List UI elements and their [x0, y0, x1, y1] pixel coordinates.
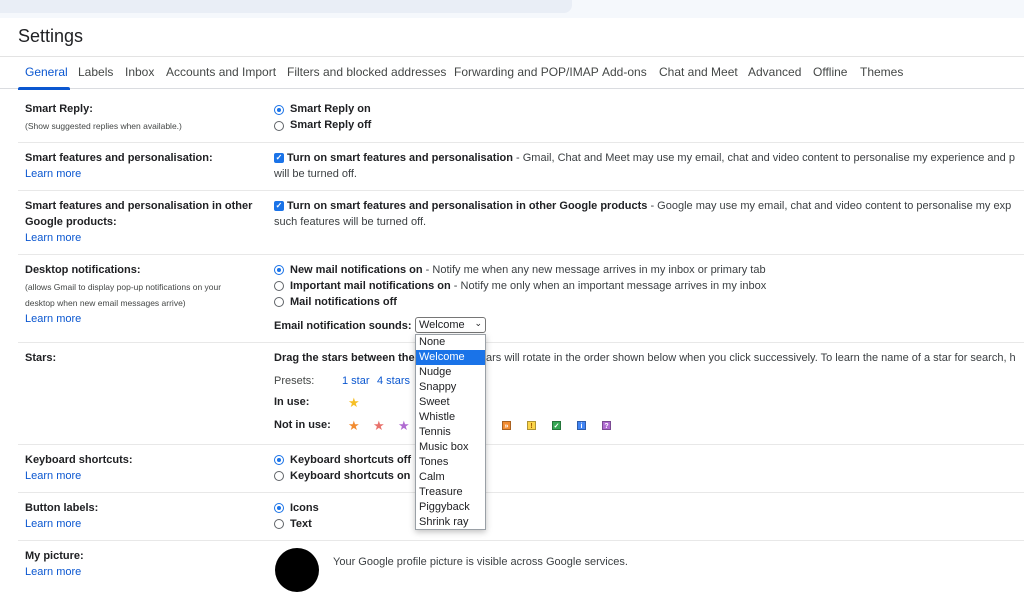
stars-instructions-a: Drag the stars between the: [274, 352, 415, 364]
keyboard-shortcuts-on-radio[interactable]: [274, 471, 284, 481]
desktop-notifications-sub-1: (allows Gmail to display pop-up notifica…: [25, 282, 222, 292]
dropdown-option-music-box[interactable]: Music box: [416, 440, 485, 455]
stars-presets-label: Presets:: [274, 375, 315, 387]
tab-chat-and-meet[interactable]: Chat and Meet: [659, 65, 738, 79]
tab-advanced[interactable]: Advanced: [748, 65, 801, 79]
smart-reply-off-label[interactable]: Smart Reply off: [290, 119, 371, 131]
desktop-notifications-sub-2: desktop when new email messages arrive): [25, 298, 186, 308]
smart-reply-on-radio[interactable]: [274, 105, 284, 115]
dropdown-option-nudge[interactable]: Nudge: [416, 365, 485, 380]
divider: [18, 492, 1024, 493]
dropdown-option-shrink-ray[interactable]: Shrink ray: [416, 515, 485, 530]
search-bar-edge[interactable]: [0, 0, 572, 13]
smart-features-other-label-1: Smart features and personalisation in ot…: [25, 200, 253, 212]
tab-add-ons[interactable]: Add-ons: [602, 65, 647, 79]
smart-features-other-desc-2: such features will be turned off.: [274, 216, 427, 228]
preset-1-star-link[interactable]: 1 star: [342, 375, 370, 387]
dropdown-option-sweet[interactable]: Sweet: [416, 395, 485, 410]
active-tab-indicator: [18, 87, 70, 90]
dropdown-option-none[interactable]: None: [416, 335, 485, 350]
button-labels-label: Button labels:: [25, 502, 99, 514]
smart-reply-on-label[interactable]: Smart Reply on: [290, 103, 371, 115]
tab-inbox[interactable]: Inbox: [125, 65, 154, 79]
purple-question-icon[interactable]: ?: [602, 421, 611, 430]
smart-reply-off-radio[interactable]: [274, 121, 284, 131]
blue-info-icon[interactable]: i: [577, 421, 586, 430]
smart-reply-label: Smart Reply:: [25, 103, 93, 115]
divider: [18, 142, 1024, 143]
dropdown-option-calm[interactable]: Calm: [416, 470, 485, 485]
keyboard-shortcuts-label: Keyboard shortcuts:: [25, 454, 133, 466]
smart-features-desc: Turn on smart features and personalisati…: [287, 152, 1015, 164]
orange-star-icon[interactable]: ★: [348, 419, 360, 432]
keyboard-shortcuts-off-label[interactable]: Keyboard shortcuts off: [290, 454, 411, 466]
yellow-bang-icon[interactable]: !: [527, 421, 536, 430]
mail-notifications-off-label[interactable]: Mail notifications off: [290, 296, 397, 308]
desktop-notifications-label: Desktop notifications:: [25, 264, 141, 276]
my-picture-learn-more[interactable]: Learn more: [25, 566, 81, 578]
new-mail-notifications-radio[interactable]: [274, 265, 284, 275]
dropdown-option-tennis[interactable]: Tennis: [416, 425, 485, 440]
divider: [18, 444, 1024, 445]
red-star-icon[interactable]: ★: [373, 419, 385, 432]
desktop-notifications-learn-more[interactable]: Learn more: [25, 313, 81, 325]
avatar[interactable]: [275, 548, 319, 592]
notification-sounds-dropdown: None Welcome Nudge Snappy Sweet Whistle …: [415, 334, 486, 530]
stars-not-in-use-label: Not in use:: [274, 419, 331, 431]
tab-labels[interactable]: Labels: [78, 65, 113, 79]
mail-notifications-off-radio[interactable]: [274, 297, 284, 307]
settings-tabs: General Labels Inbox Accounts and Import…: [0, 56, 1024, 90]
notification-sounds-select[interactable]: Welcome ⌄: [415, 317, 486, 333]
chevron-down-icon: ⌄: [474, 318, 482, 328]
purple-star-icon[interactable]: ★: [398, 419, 410, 432]
smart-features-desc-2: will be turned off.: [274, 168, 357, 180]
tab-general[interactable]: General: [25, 65, 68, 79]
stars-in-use-label: In use:: [274, 396, 310, 408]
my-picture-label: My picture:: [25, 550, 84, 562]
tab-filters[interactable]: Filters and blocked addresses: [287, 65, 446, 79]
divider: [18, 254, 1024, 255]
smart-features-label: Smart features and personalisation:: [25, 152, 213, 164]
button-labels-learn-more[interactable]: Learn more: [25, 518, 81, 530]
dropdown-option-whistle[interactable]: Whistle: [416, 410, 485, 425]
notification-sounds-label: Email notification sounds:: [274, 320, 412, 332]
divider: [18, 190, 1024, 191]
button-labels-text-label[interactable]: Text: [290, 518, 312, 530]
smart-features-other-desc: Turn on smart features and personalisati…: [287, 200, 1012, 212]
dropdown-option-welcome[interactable]: Welcome: [416, 350, 485, 365]
preset-4-stars-link[interactable]: 4 stars: [377, 375, 410, 387]
smart-features-other-checkbox[interactable]: ✓: [274, 201, 284, 211]
dropdown-option-tones[interactable]: Tones: [416, 455, 485, 470]
page-title: Settings: [18, 26, 84, 46]
dropdown-option-piggyback[interactable]: Piggyback: [416, 500, 485, 515]
button-labels-icons-label[interactable]: Icons: [290, 502, 319, 514]
button-labels-text-radio[interactable]: [274, 519, 284, 529]
smart-features-other-label-2: Google products:: [25, 216, 117, 228]
divider: [18, 342, 1024, 343]
dropdown-option-treasure[interactable]: Treasure: [416, 485, 485, 500]
smart-features-learn-more[interactable]: Learn more: [25, 168, 81, 180]
stars-instructions-b: ars will rotate in the order shown below…: [486, 352, 1016, 364]
tab-forwarding[interactable]: Forwarding and POP/IMAP: [454, 65, 599, 79]
tab-themes[interactable]: Themes: [860, 65, 903, 79]
stars-label: Stars:: [25, 352, 57, 364]
divider: [18, 540, 1024, 541]
my-picture-desc: Your Google profile picture is visible a…: [333, 556, 628, 568]
keyboard-shortcuts-off-radio[interactable]: [274, 455, 284, 465]
dropdown-option-snappy[interactable]: Snappy: [416, 380, 485, 395]
new-mail-notifications-label[interactable]: New mail notifications on - Notify me wh…: [290, 264, 766, 276]
tab-accounts-and-import[interactable]: Accounts and Import: [166, 65, 276, 79]
orange-guillemet-icon[interactable]: »: [502, 421, 511, 430]
smart-features-checkbox[interactable]: ✓: [274, 153, 284, 163]
important-mail-notifications-radio[interactable]: [274, 281, 284, 291]
green-check-icon[interactable]: ✓: [552, 421, 561, 430]
yellow-star-icon[interactable]: ★: [348, 396, 360, 409]
button-labels-icons-radio[interactable]: [274, 503, 284, 513]
smart-features-other-learn-more[interactable]: Learn more: [25, 232, 81, 244]
tab-offline[interactable]: Offline: [813, 65, 847, 79]
smart-reply-sub: (Show suggested replies when available.): [25, 121, 182, 131]
keyboard-shortcuts-on-label[interactable]: Keyboard shortcuts on: [290, 470, 410, 482]
keyboard-shortcuts-learn-more[interactable]: Learn more: [25, 470, 81, 482]
important-mail-notifications-label[interactable]: Important mail notifications on - Notify…: [290, 280, 766, 292]
